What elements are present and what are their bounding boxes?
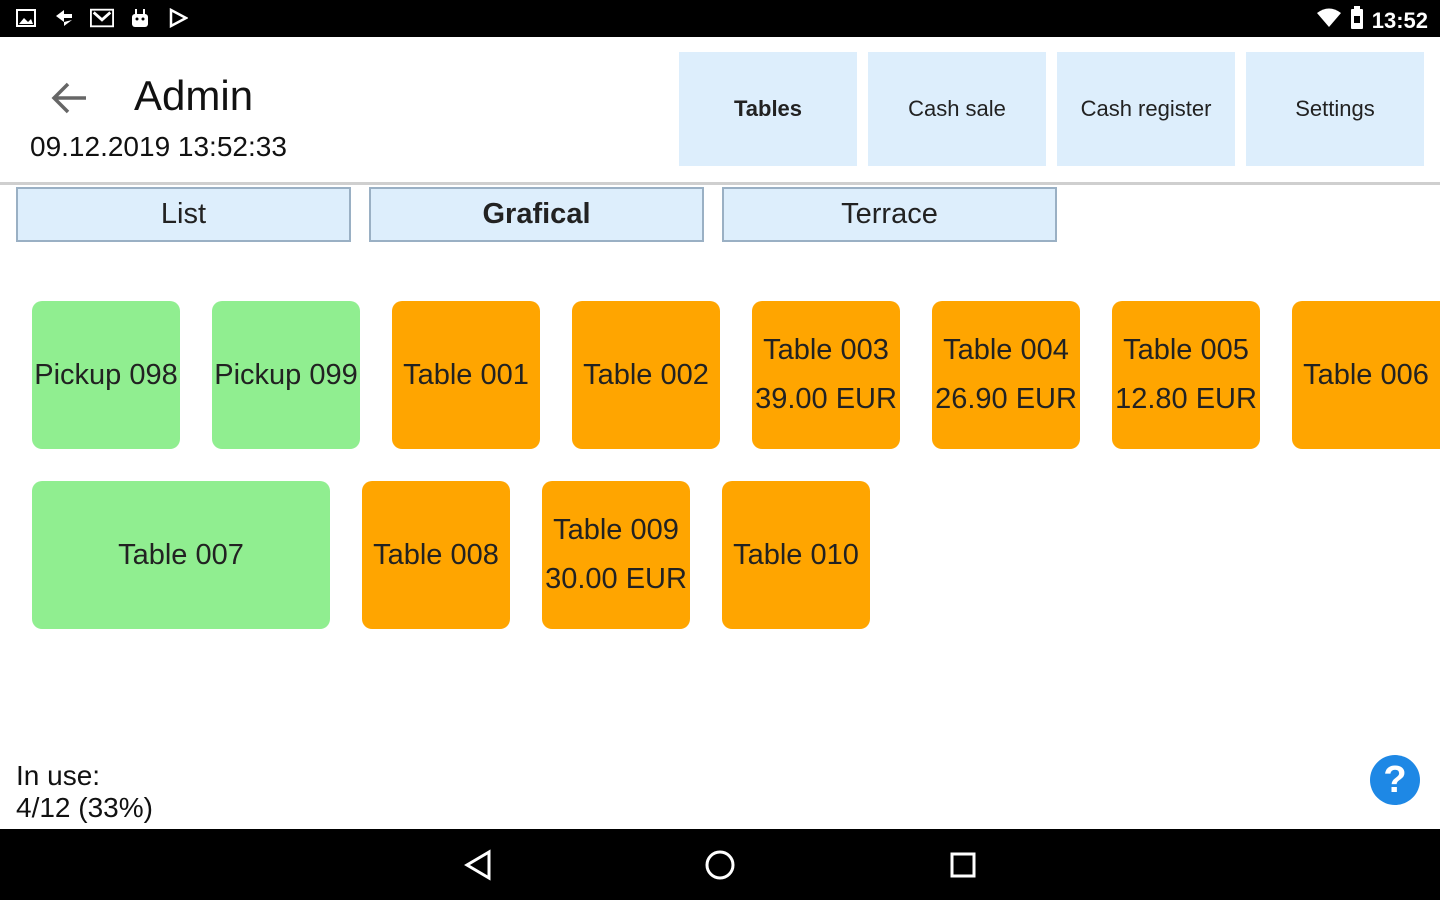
table-name: Pickup 099 — [214, 358, 358, 391]
wifi-icon — [1316, 8, 1342, 33]
nav-recents-button[interactable] — [943, 845, 983, 885]
cash-register-button[interactable]: Cash register — [1057, 52, 1235, 166]
tab-terrace[interactable]: Terrace — [722, 187, 1057, 242]
table-tile-003[interactable]: Table 003 39.00 EUR — [752, 301, 900, 449]
help-icon: ? — [1383, 758, 1407, 801]
table-amount: 39.00 EUR — [755, 383, 897, 415]
table-name: Table 006 — [1303, 358, 1429, 391]
current-datetime: 09.12.2019 13:52:33 — [30, 131, 287, 162]
android-icon — [128, 7, 152, 29]
notification-icons — [14, 7, 190, 29]
in-use-label: In use: — [16, 760, 101, 791]
table-name: Table 010 — [733, 538, 859, 571]
gmail-icon — [90, 7, 114, 29]
table-tile-pickup-099[interactable]: Pickup 099 — [212, 301, 360, 449]
settings-button[interactable]: Settings — [1246, 52, 1424, 166]
table-tile-005[interactable]: Table 005 12.80 EUR — [1112, 301, 1260, 449]
status-bar: 13:52 — [0, 0, 1440, 37]
table-name: Table 007 — [118, 538, 244, 571]
sync-icon — [52, 7, 76, 29]
clock: 13:52 — [1371, 7, 1428, 33]
system-nav-bar — [0, 829, 1440, 900]
arrow-left-icon — [51, 82, 86, 114]
table-amount: 12.80 EUR — [1115, 383, 1257, 415]
in-use-value: 4/12 (33%) — [16, 792, 153, 823]
tables-button[interactable]: Tables — [679, 52, 857, 166]
table-name: Pickup 098 — [34, 358, 178, 391]
help-button[interactable]: ? — [1370, 755, 1420, 805]
triangle-back-icon — [464, 849, 491, 881]
table-tile-008[interactable]: Table 008 — [362, 481, 510, 629]
cash-sale-button[interactable]: Cash sale — [868, 52, 1046, 166]
back-button[interactable] — [44, 72, 96, 124]
circle-home-icon — [705, 850, 735, 880]
table-tile-002[interactable]: Table 002 — [572, 301, 720, 449]
table-tile-pickup-098[interactable]: Pickup 098 — [32, 301, 180, 449]
table-name: Table 009 — [553, 514, 679, 546]
table-tile-004[interactable]: Table 004 26.90 EUR — [932, 301, 1080, 449]
table-name: Table 001 — [403, 358, 529, 391]
table-tile-009[interactable]: Table 009 30.00 EUR — [542, 481, 690, 629]
table-tile-010[interactable]: Table 010 — [722, 481, 870, 629]
table-amount: 30.00 EUR — [545, 563, 687, 595]
table-name: Table 005 — [1123, 334, 1249, 366]
table-name: Table 008 — [373, 538, 499, 571]
play-store-icon — [166, 7, 190, 29]
table-tile-007[interactable]: Table 007 — [32, 481, 330, 629]
battery-icon — [1350, 6, 1364, 35]
table-name: Table 004 — [943, 334, 1069, 366]
table-tile-001[interactable]: Table 001 — [392, 301, 540, 449]
table-amount: 26.90 EUR — [935, 383, 1077, 415]
table-tile-006[interactable]: Table 006 — [1292, 301, 1440, 449]
table-name: Table 003 — [763, 334, 889, 366]
tab-list[interactable]: List — [16, 187, 351, 242]
header-divider — [0, 182, 1440, 185]
system-status: 13:52 — [1316, 6, 1428, 35]
square-recents-icon — [950, 852, 976, 878]
image-icon — [14, 7, 38, 29]
table-name: Table 002 — [583, 358, 709, 391]
tab-grafical[interactable]: Grafical — [369, 187, 704, 242]
nav-back-button[interactable] — [458, 845, 498, 885]
nav-home-button[interactable] — [700, 845, 740, 885]
page-title: Admin — [134, 72, 254, 119]
